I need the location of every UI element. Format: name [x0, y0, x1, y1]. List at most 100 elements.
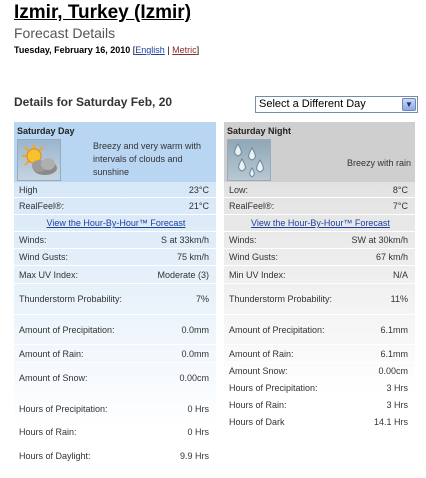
row-value: 14.1 Hrs [373, 417, 408, 427]
day-panel-title: Saturday Day [17, 126, 75, 136]
row-value: 0 Hrs [187, 403, 209, 414]
night-description: Breezy with rain [346, 158, 411, 168]
row-label: Thunderstorm Probability: [229, 294, 333, 304]
row-label: Hours of Rain: [19, 427, 77, 437]
day-description: Breezy and very warm with intervals of c… [93, 141, 202, 177]
hour-by-hour-link[interactable]: View the Hour-By-Hour™ Forecast [251, 218, 390, 228]
row-value: SW at 30km/h [351, 235, 408, 245]
table-row: Hours of Precipitation: 3 Hrs [224, 380, 415, 397]
row-value: 11% [390, 294, 408, 304]
night-panel-header: Saturday Night Breezy with rain [224, 122, 415, 182]
table-row: Thunderstorm Probability: 7% [14, 284, 216, 315]
row-value: 0.00cm [179, 373, 209, 383]
row-label: Hours of Rain: [229, 400, 287, 410]
table-row: Low: 8°C [224, 182, 415, 198]
table-row: Amount of Snow: 0.00cm [14, 363, 216, 394]
row-label: Winds: [19, 235, 47, 245]
table-row: Hours of Rain: 0 Hrs [14, 424, 216, 441]
table-row: Winds: SW at 30km/h [224, 232, 415, 249]
date-line: Tuesday, February 16, 2010 [English | Me… [14, 45, 199, 55]
row-label: Hours of Precipitation: [19, 403, 108, 414]
table-row: RealFeel®: 21°C [14, 198, 216, 215]
row-label: Amount of Rain: [229, 348, 294, 359]
night-panel-title: Saturday Night [227, 126, 292, 136]
row-value: 21°C [188, 201, 209, 211]
row-label: Amount of Rain: [19, 348, 84, 359]
row-label: Max UV Index: [19, 269, 79, 280]
table-row: View the Hour-By-Hour™ Forecast [224, 215, 415, 232]
row-label: Hours of Daylight: [19, 450, 91, 461]
table-row: Wind Gusts: 75 km/h [14, 249, 216, 266]
row-value: 3 Hrs [386, 400, 408, 410]
row-label: Amount of Precipitation: [229, 324, 325, 335]
metric-units-link[interactable]: Metric [172, 45, 197, 55]
row-value: 67 km/h [375, 252, 408, 262]
row-label: Low: [229, 184, 249, 195]
row-label: Amount of Precipitation: [19, 324, 115, 335]
english-units-link[interactable]: English [135, 45, 165, 55]
row-label: Wind Gusts: [229, 252, 279, 262]
table-row: Amount of Precipitation: 0.0mm [14, 315, 216, 345]
row-label: Winds: [229, 235, 257, 245]
table-row: Hours of Rain: 3 Hrs [224, 397, 415, 414]
row-label: RealFeel®: [229, 201, 275, 211]
row-value: 0.00cm [378, 366, 408, 376]
row-value: N/A [392, 269, 408, 280]
table-row: Amount of Rain: 6.1mm [224, 345, 415, 363]
row-value: 75 km/h [176, 252, 209, 262]
row-value: 0.0mm [181, 324, 209, 335]
row-value: 6.1mm [380, 348, 408, 359]
details-heading: Details for Saturday Feb, 20 [14, 95, 173, 109]
table-row: Thunderstorm Probability: 11% [224, 284, 415, 315]
table-row: Wind Gusts: 67 km/h [224, 249, 415, 266]
day-select-value: Select a Different Day [259, 98, 366, 110]
table-row: Amount of Rain: 0.0mm [14, 345, 216, 363]
day-details-table: High 23°C RealFeel®: 21°C View the Hour-By… [14, 182, 216, 471]
row-label: Min UV Index: [229, 269, 286, 280]
hour-by-hour-link[interactable]: View the Hour-By-Hour™ Forecast [47, 218, 186, 228]
table-row: Hours of Dark 14.1 Hrs [224, 414, 415, 431]
page-subtitle: Forecast Details [14, 25, 116, 41]
chevron-down-icon[interactable]: ▼ [402, 98, 416, 111]
table-row: Hours of Precipitation: 0 Hrs [14, 394, 216, 424]
table-row: Amount of Precipitation: 6.1mm [224, 315, 415, 345]
day-select-dropdown[interactable]: Select a Different Day ▼ [255, 96, 418, 113]
row-label: RealFeel®: [19, 201, 65, 211]
night-details-table: Low: 8°C RealFeel®: 7°C View the Hour-By-H… [224, 182, 415, 431]
table-row: RealFeel®: 7°C [224, 198, 415, 215]
row-value: 6.1mm [380, 324, 408, 335]
table-row: Min UV Index: N/A [224, 266, 415, 284]
row-value: 7% [195, 294, 209, 304]
row-value: 9.9 Hrs [179, 450, 209, 461]
rain-drops-icon [227, 139, 271, 181]
row-label: Hours of Dark [229, 417, 285, 427]
table-row: Winds: S at 33km/h [14, 232, 216, 249]
row-label: Amount of Snow: [19, 373, 88, 383]
day-panel-header: Saturday Day Breezy and very warm with i… [14, 122, 216, 182]
table-row: Max UV Index: Moderate (3) [14, 266, 216, 284]
table-row: Amount Snow: 0.00cm [224, 363, 415, 380]
row-label: Thunderstorm Probability: [19, 294, 123, 304]
page-title: Izmir, Turkey (Izmir) [14, 2, 192, 23]
link-separator: | [167, 45, 170, 55]
bracket-close: ] [196, 45, 200, 55]
row-value: 8°C [392, 184, 408, 195]
row-label: Wind Gusts: [19, 252, 69, 262]
row-value: 0.0mm [181, 348, 209, 359]
day-forecast-panel: Saturday Day Breezy and very warm with i… [14, 122, 216, 471]
row-value: 23°C [188, 184, 209, 195]
row-value: 7°C [392, 201, 408, 211]
row-value: S at 33km/h [160, 235, 209, 245]
table-row: High 23°C [14, 182, 216, 198]
row-value: 3 Hrs [386, 383, 408, 393]
current-date: Tuesday, February 16, 2010 [14, 45, 131, 55]
row-label: High [19, 184, 38, 195]
table-row: View the Hour-By-Hour™ Forecast [14, 215, 216, 232]
partly-sunny-icon [17, 139, 61, 181]
table-row: Hours of Daylight: 9.9 Hrs [14, 441, 216, 471]
row-label: Amount Snow: [229, 366, 288, 376]
row-value: 0 Hrs [187, 427, 209, 437]
row-value: Moderate (3) [157, 269, 209, 280]
row-label: Hours of Precipitation: [229, 383, 318, 393]
night-forecast-panel: Saturday Night Breezy with rain Low: 8°C … [224, 122, 415, 431]
